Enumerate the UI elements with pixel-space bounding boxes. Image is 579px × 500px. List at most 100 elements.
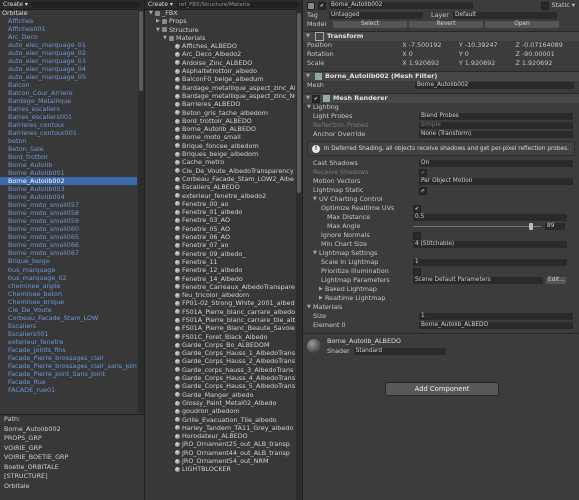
project-material-item[interactable]: Horodateur_ALBEDO	[145, 432, 295, 440]
project-material-item[interactable]: Fenetre_01_albedo	[145, 208, 295, 216]
hierarchy-item[interactable]: Facade_Pierre_brossages_clair	[0, 354, 137, 362]
project-material-item[interactable]: Bardage_metallique_aspect_zinc_NO	[145, 92, 295, 100]
project-material-item[interactable]: Fenetre_00_ao	[145, 200, 295, 208]
mesh-filter-header[interactable]: ▼ Borne_Autolib002 (Mesh Filter)	[303, 71, 579, 81]
project-material-item[interactable]: Cache_metro	[145, 158, 295, 166]
hierarchy-item[interactable]: Escaliers001	[0, 330, 137, 338]
light-probes-dropdown[interactable]: Blend Probes	[419, 113, 573, 120]
project-material-item[interactable]: Fenetre_03_AO	[145, 216, 295, 224]
rotation-x-field[interactable]: X 0	[402, 50, 459, 59]
hierarchy-item[interactable]: auto_elec_marquage_04	[0, 65, 137, 73]
project-material-item[interactable]: feu_tricolor_albedom	[145, 291, 295, 299]
project-material-item[interactable]: Fenetre_05_AO	[145, 225, 295, 233]
rotation-z-field[interactable]: Z -90.00001	[515, 50, 575, 59]
tag-dropdown[interactable]: Untagged	[329, 12, 423, 19]
hierarchy-item[interactable]: Facade_Joints_fins	[0, 346, 137, 354]
project-material-item[interactable]: Grille_Evacuation_Tile_albedo	[145, 416, 295, 424]
hierarchy-item[interactable]: exterieur_fenetre	[0, 338, 137, 346]
project-material-item[interactable]: Fenetre_12_albedo	[145, 266, 295, 274]
max-angle-slider-thumb[interactable]	[528, 223, 533, 230]
hierarchy-item[interactable]: Barrieres_contour001	[0, 129, 137, 137]
lightmap-settings-row[interactable]: ▼ Lightmap Settings	[303, 249, 579, 258]
hierarchy-item[interactable]: Borne_moto_small058	[0, 209, 137, 217]
project-material-item[interactable]: Glossy_Paint_Metal02_Albedo	[145, 399, 295, 407]
hierarchy-item[interactable]: Borne_Autolib	[0, 161, 137, 169]
hierarchy-item[interactable]: bus_marquage	[0, 266, 137, 274]
hierarchy-item[interactable]: auto_elec_marquage_05	[0, 73, 137, 81]
model-select-button[interactable]: Select	[333, 21, 407, 28]
hierarchy-item[interactable]: Facade_Pierre_brossages_clair_sans_joint	[0, 362, 137, 370]
hierarchy-item[interactable]: Balcon	[0, 81, 137, 89]
max-distance-field[interactable]: 0.5	[413, 214, 567, 221]
project-material-item[interactable]: Garde_Corps_Hauss_4_AlbedoTrans	[145, 374, 295, 382]
hierarchy-item[interactable]: Barres_escaliers	[0, 105, 137, 113]
project-scrollbar[interactable]	[296, 9, 302, 500]
static-dropdown[interactable]: Static ▾	[551, 1, 575, 10]
lightmap-parameters-dropdown[interactable]: Scene Default Parameters	[413, 277, 543, 284]
project-scroll-thumb[interactable]	[297, 13, 301, 193]
size-field[interactable]: 1	[419, 313, 573, 320]
hierarchy-item[interactable]: Barrieres_contour	[0, 121, 137, 129]
mesh-renderer-enabled-checkbox[interactable]: ✔	[312, 94, 320, 103]
cast-shadows-dropdown[interactable]: On	[419, 160, 573, 167]
hierarchy-item[interactable]: Cle_De_Voute	[0, 306, 137, 314]
project-material-item[interactable]: Harley_Tandem_TA11_Grey_albedo	[145, 424, 295, 432]
hierarchy-item[interactable]: Barres_escaliers001	[0, 113, 137, 121]
hierarchy-item[interactable]: cheminee_argile	[0, 282, 137, 290]
mesh-renderer-header[interactable]: ▼ ✔ Mesh Renderer	[303, 93, 579, 103]
project-folder[interactable]: ▶ Props	[145, 17, 295, 25]
project-material-item[interactable]: Garde_corps_hauss_3_AlbedoTrans	[145, 366, 295, 374]
max-angle-field[interactable]: 89	[545, 223, 565, 230]
project-material-item[interactable]: Fenetre_11	[145, 258, 295, 266]
min-chart-size-dropdown[interactable]: 4 (Stitchable)	[413, 241, 567, 248]
transform-header[interactable]: ▼ Transform	[303, 31, 579, 41]
max-angle-slider[interactable]	[413, 223, 541, 230]
scale-x-field[interactable]: X 1.920692	[402, 59, 459, 68]
hierarchy-item[interactable]: Escaliers	[0, 322, 137, 330]
project-material-item[interactable]: Asphaltetrottoir_albedo	[145, 67, 295, 75]
project-folder[interactable]: ▼ Structure	[145, 26, 295, 34]
hierarchy-item[interactable]: Bardage_Metallique	[0, 97, 137, 105]
add-component-button[interactable]: Add Component	[385, 382, 499, 396]
model-open-button[interactable]: Open	[485, 21, 559, 28]
hierarchy-item[interactable]: Borne_Autolib001	[0, 169, 137, 177]
project-material-item[interactable]: Borne_Autolib_ALBEDO	[145, 125, 295, 133]
hierarchy-item[interactable]: Balcon_Cour_Arriere	[0, 89, 137, 97]
project-material-item[interactable]: JRO_Ornament25_out_ALB_transp	[145, 440, 295, 448]
hierarchy-item[interactable]: Corbeau_Facade_Stam_LOW	[0, 314, 137, 322]
hierarchy-item[interactable]: Beton_Sale	[0, 145, 137, 153]
anchor-override-field[interactable]: None (Transform)	[419, 131, 573, 138]
lightmap-edit-button[interactable]: Edit...	[546, 277, 566, 284]
hierarchy-item[interactable]: Affiches	[0, 17, 137, 25]
uv-charting-row[interactable]: ▼ UV Charting Control	[303, 195, 579, 204]
hierarchy-item[interactable]: Brique_beige	[0, 257, 137, 265]
hierarchy-scroll-thumb[interactable]	[139, 11, 143, 91]
project-material-item[interactable]: Beton_gris_tache_albedom	[145, 109, 295, 117]
hierarchy-item[interactable]: Facade_Rue	[0, 378, 137, 386]
position-y-field[interactable]: Y -10.39247	[459, 41, 516, 50]
project-material-item[interactable]: FS01A_Pierre_Blanc_Beaute_Savoie	[145, 324, 295, 332]
hierarchy-item[interactable]: FACADE_rue01	[0, 386, 137, 394]
hierarchy-item[interactable]: Facade_Pierre_Joint_Sans_Joint	[0, 370, 137, 378]
object-name-field[interactable]: Borne_Autolib002	[329, 2, 473, 9]
layer-dropdown[interactable]: Default	[453, 12, 557, 19]
mesh-field[interactable]: Borne_Autolib002	[415, 82, 574, 89]
active-checkbox[interactable]: ✔	[318, 1, 326, 10]
hierarchy-item[interactable]: auto_elec_marquage_03	[0, 57, 137, 65]
ignore-normals-checkbox[interactable]	[413, 231, 421, 240]
project-material-item[interactable]: Fenetre_07_ao	[145, 241, 295, 249]
transform-foldout-icon[interactable]: ▼	[306, 32, 312, 41]
rotation-y-field[interactable]: Y 0	[459, 50, 516, 59]
static-checkbox[interactable]	[541, 1, 550, 10]
mesh-filter-foldout-icon[interactable]: ▼	[306, 72, 312, 81]
project-material-item[interactable]: Garde_Manger_albedo	[145, 391, 295, 399]
project-create-button[interactable]: Create ▾	[148, 1, 173, 8]
project-material-item[interactable]: Barrieres_ALBEDO	[145, 100, 295, 108]
baked-lightmap-row[interactable]: ▶ Baked Lightmap	[303, 285, 579, 294]
hierarchy-scene-root[interactable]: Orbitale	[0, 9, 137, 17]
project-material-item[interactable]: Fenetre_09_albedo_	[145, 250, 295, 258]
project-material-item[interactable]: Garde_Corps_Hauss_5_AlbedoTrans	[145, 382, 295, 390]
hierarchy-item[interactable]: beton	[0, 137, 137, 145]
hierarchy-search-input[interactable]	[30, 1, 141, 8]
project-material-item[interactable]: Cle_De_Voute_AlbedoTransparency	[145, 167, 295, 175]
